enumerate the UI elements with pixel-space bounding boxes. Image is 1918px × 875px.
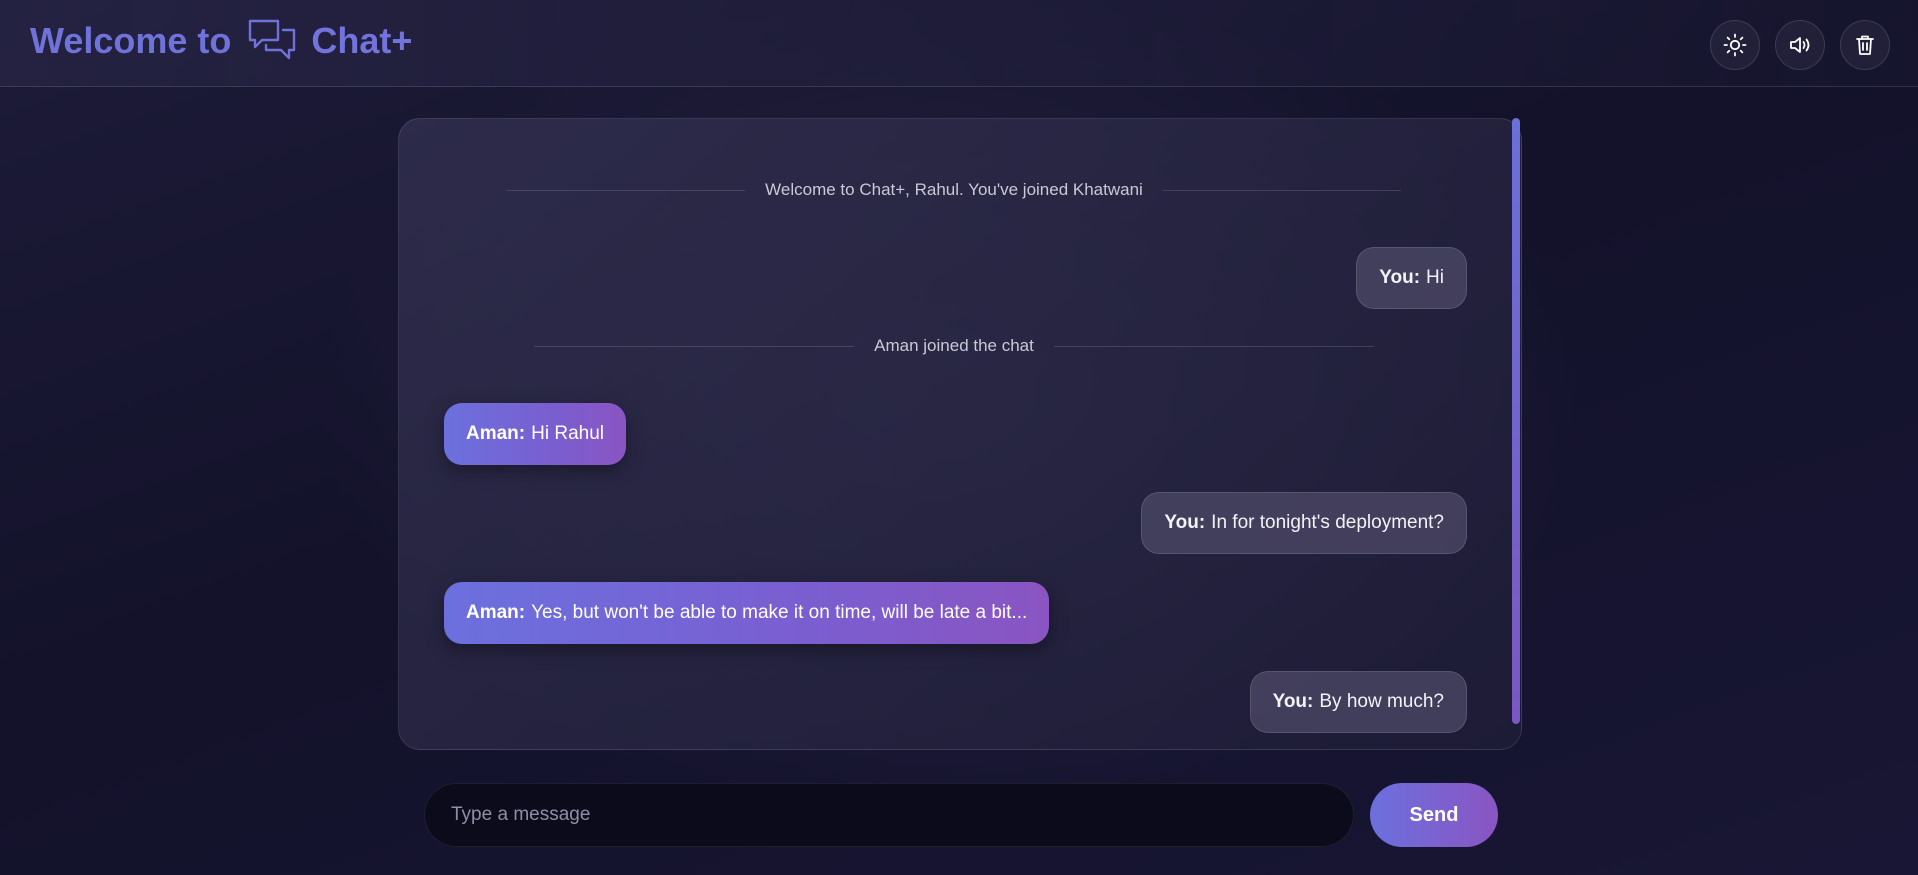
- theme-toggle-button[interactable]: [1710, 20, 1760, 70]
- chat-bubbles-icon: [247, 18, 297, 64]
- sun-icon: [1723, 33, 1747, 57]
- divider-line: [507, 189, 746, 191]
- system-message-text: Aman joined the chat: [874, 336, 1034, 355]
- message-bubble: You: Hi: [1356, 247, 1467, 309]
- message-text: Hi Rahul: [531, 423, 604, 444]
- send-button[interactable]: Send: [1370, 783, 1498, 847]
- message-bubble: You: By how much?: [1249, 671, 1467, 733]
- message-text: Yes, but won't be able to make it on tim…: [531, 602, 1028, 623]
- divider-line: [534, 345, 855, 347]
- brand-title: Welcome to Chat+: [30, 18, 412, 64]
- app-header: Welcome to Chat+: [0, 0, 1918, 87]
- message-sender: You:: [1164, 512, 1206, 533]
- system-message: Welcome to Chat+, Rahul. You've joined K…: [398, 180, 1510, 200]
- message-input[interactable]: [424, 783, 1354, 847]
- message-sender: You:: [1272, 691, 1314, 712]
- trash-icon: [1856, 35, 1874, 55]
- system-message-text: Welcome to Chat+, Rahul. You've joined K…: [765, 180, 1143, 199]
- sound-toggle-button[interactable]: [1775, 20, 1825, 70]
- welcome-text: Welcome to: [30, 20, 232, 61]
- chat-scrollbar[interactable]: [1512, 118, 1520, 724]
- divider-line: [1053, 345, 1374, 347]
- message-text: In for tonight's deployment?: [1211, 512, 1444, 533]
- message-text: Hi: [1426, 267, 1444, 288]
- message-bubble: Aman: Hi Rahul: [444, 403, 626, 465]
- message-sender: Aman:: [466, 423, 526, 444]
- app-name: Chat+: [311, 20, 413, 61]
- message-bubble: Aman: Yes, but won't be able to make it …: [444, 582, 1050, 644]
- message-sender: Aman:: [466, 602, 526, 623]
- system-message: Aman joined the chat: [398, 336, 1510, 356]
- message-sender: You:: [1379, 267, 1421, 288]
- message-text: By how much?: [1319, 691, 1444, 712]
- header-actions: [1710, 20, 1890, 70]
- message-bubble: You: In for tonight's deployment?: [1141, 492, 1467, 554]
- divider-line: [1162, 189, 1401, 191]
- clear-chat-button[interactable]: [1840, 20, 1890, 70]
- speaker-icon: [1790, 37, 1810, 53]
